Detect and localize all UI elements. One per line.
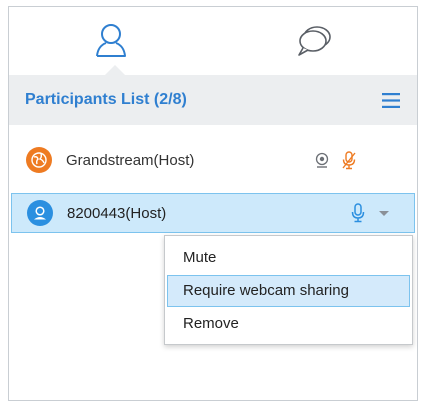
user-icon (96, 24, 126, 57)
participant-avatar (27, 200, 53, 226)
mic-muted-icon[interactable] (340, 150, 358, 170)
menu-item-require-webcam[interactable]: Require webcam sharing (167, 275, 410, 307)
hamburger-menu-icon (382, 92, 400, 108)
participant-row[interactable]: Grandstream(Host) (9, 140, 417, 180)
participants-menu-button[interactable] (379, 88, 403, 112)
globe-icon (31, 152, 47, 168)
tab-chat[interactable] (213, 7, 417, 75)
panel-tab-strip (9, 7, 417, 75)
participant-name: 8200443(Host) (67, 204, 167, 222)
menu-item-remove[interactable]: Remove (167, 308, 410, 340)
participant-name: Grandstream(Host) (66, 151, 195, 169)
participant-row-selected[interactable]: 8200443(Host) (11, 193, 415, 233)
active-tab-pointer (105, 65, 125, 75)
user-icon (34, 206, 46, 220)
participants-header: Participants List (2/8) (9, 75, 417, 125)
chevron-down-icon[interactable] (375, 203, 393, 223)
participants-list-title: Participants List (2/8) (25, 91, 187, 108)
participant-context-menu: Mute Require webcam sharing Remove (164, 235, 413, 345)
mic-icon[interactable] (349, 203, 367, 223)
chat-icon (298, 26, 331, 56)
menu-item-mute[interactable]: Mute (167, 242, 410, 274)
webcam-icon[interactable] (313, 150, 331, 170)
participant-avatar (26, 147, 52, 173)
participants-panel: Participants List (2/8) Grandstream(Host… (8, 6, 418, 401)
